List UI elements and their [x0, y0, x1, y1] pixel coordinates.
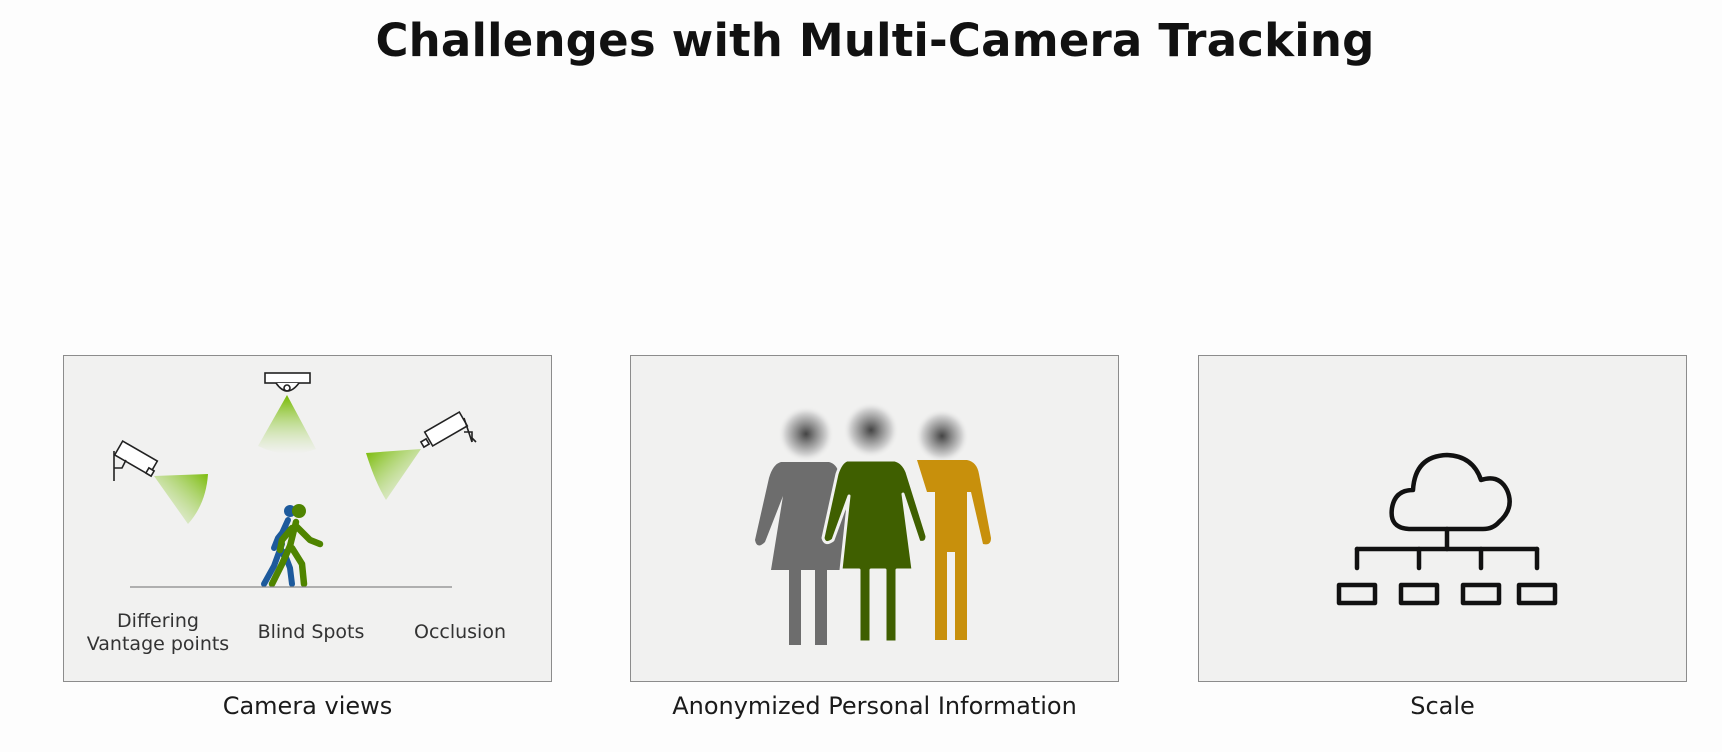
- blind-spots-label: Blind Spots: [257, 621, 365, 643]
- gold-person-figure: [917, 460, 991, 640]
- camera-views-panel: Differing Vantage points Blind Spots Occ…: [63, 355, 552, 682]
- right-camera-icon: [419, 410, 477, 449]
- ceiling-camera-cone: [258, 395, 316, 454]
- network-node: [1516, 582, 1558, 606]
- blurred-people-icon: [755, 402, 991, 645]
- network-node: [1398, 582, 1440, 606]
- cloud-network-icon: [1336, 452, 1558, 606]
- cloud-shape: [1389, 452, 1512, 532]
- slide-title: Challenges with Multi-Camera Tracking: [375, 14, 1375, 67]
- scale-panel: [1198, 355, 1687, 682]
- occlusion-label: Occlusion: [413, 621, 506, 643]
- differing-vantage-points-label: Differing Vantage points: [86, 610, 230, 655]
- scale-caption: Scale: [1410, 692, 1475, 720]
- network-node: [1460, 582, 1502, 606]
- blurred-face: [843, 402, 899, 458]
- network-node: [1336, 582, 1378, 606]
- ceiling-camera-icon: [264, 372, 311, 392]
- walking-people-icon: [261, 504, 324, 588]
- blurred-face: [778, 406, 834, 462]
- left-camera-icon: [113, 439, 159, 481]
- anonymized-info-panel: [630, 355, 1119, 682]
- right-camera-cone: [366, 449, 421, 500]
- anonymized-info-caption: Anonymized Personal Information: [672, 692, 1077, 720]
- blurred-face: [915, 409, 969, 463]
- left-camera-cone: [154, 474, 208, 524]
- camera-views-caption: Camera views: [222, 692, 393, 720]
